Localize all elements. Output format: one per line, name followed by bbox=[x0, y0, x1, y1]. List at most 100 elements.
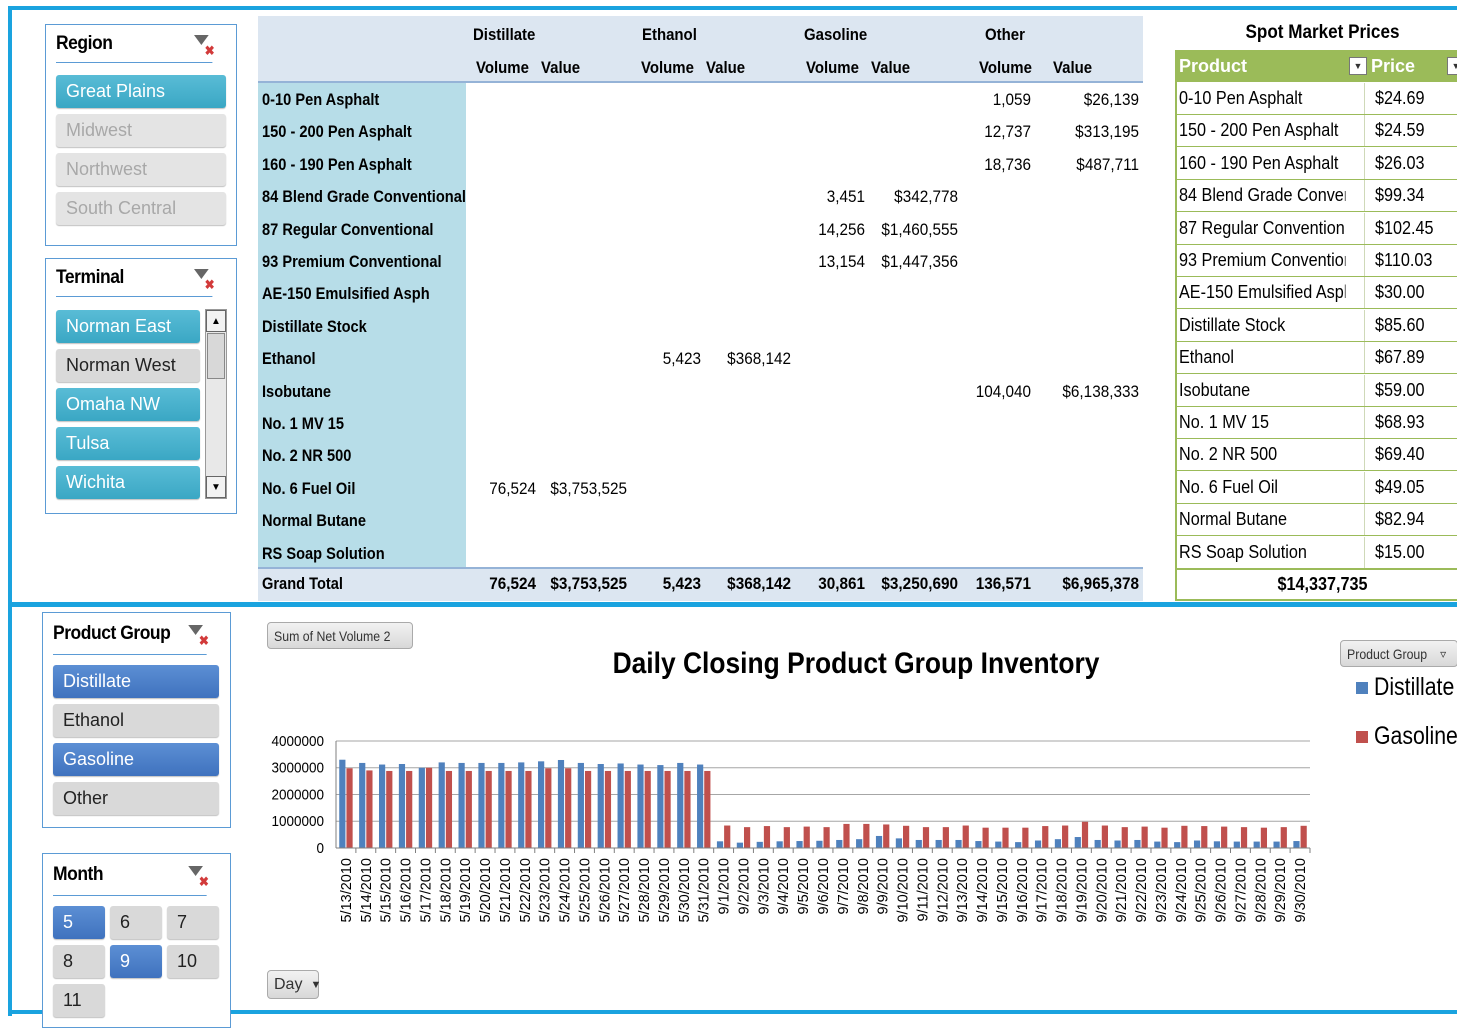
spot-row: No. 1 MV 15 $68.93 bbox=[1175, 407, 1457, 439]
bar-distillate bbox=[597, 764, 604, 848]
month-item-5[interactable]: 10 bbox=[167, 945, 219, 978]
product-filter-dropdown-icon[interactable]: ▼ bbox=[1349, 57, 1367, 75]
bar-distillate bbox=[1174, 842, 1181, 848]
spot-column-divider bbox=[1364, 147, 1365, 179]
month-item-2[interactable]: 7 bbox=[167, 906, 219, 939]
y-tick-label: 0 bbox=[316, 840, 324, 857]
spot-price: $59.00 bbox=[1375, 379, 1425, 400]
region-item-3[interactable]: South Central bbox=[56, 192, 226, 225]
month-item-0[interactable]: 5 bbox=[53, 906, 105, 939]
product-group-item-0[interactable]: Distillate bbox=[53, 665, 219, 698]
y-tick-label: 4000000 bbox=[272, 733, 325, 750]
spot-col-product: Product bbox=[1179, 55, 1248, 76]
region-item-2[interactable]: Northwest bbox=[56, 153, 226, 186]
x-tick-label: 9/9/2010 bbox=[876, 858, 892, 914]
pivot-subheader-volume: Volume bbox=[806, 58, 859, 77]
y-tick-label: 2000000 bbox=[272, 787, 325, 804]
terminal-item-4[interactable]: Wichita bbox=[56, 466, 200, 499]
terminal-item-2[interactable]: Omaha NW bbox=[56, 388, 200, 421]
region-item-0[interactable]: Great Plains bbox=[56, 75, 226, 108]
bar-distillate bbox=[418, 767, 425, 848]
x-tick-label: 9/12/2010 bbox=[935, 858, 951, 923]
x-tick-label: 5/29/2010 bbox=[657, 858, 673, 923]
pivot-row-label: AE-150 Emulsified Asph bbox=[262, 284, 430, 304]
spot-col-price: Price bbox=[1371, 55, 1416, 76]
spot-market-table: Spot Market Prices Product ▼ Price ▼ 0-1… bbox=[1175, 16, 1457, 601]
spot-product: RS Soap Solution bbox=[1179, 541, 1307, 562]
bar-distillate bbox=[736, 842, 743, 848]
terminal-item-1[interactable]: Norman West bbox=[56, 349, 200, 382]
spot-column-divider bbox=[1364, 212, 1365, 244]
bar-distillate bbox=[378, 764, 386, 848]
chart-canvas: Daily Closing Product Group Inventory 0 10… bbox=[272, 645, 1457, 923]
pivot-total-label: Grand Total bbox=[262, 574, 343, 593]
spot-row: 150 - 200 Pen Asphalt $24.59 bbox=[1175, 115, 1457, 148]
pivot-row-label: Ethanol bbox=[262, 349, 316, 369]
bar-distillate bbox=[1253, 841, 1260, 848]
bar-gasoline bbox=[1042, 826, 1049, 848]
spot-row: Ethanol $67.89 bbox=[1175, 342, 1457, 375]
spot-column-divider bbox=[1364, 115, 1365, 147]
bar-distillate bbox=[359, 762, 366, 848]
spot-price: $82.94 bbox=[1375, 509, 1425, 530]
x-tick-label: 5/16/2010 bbox=[399, 858, 415, 923]
product-group-item-3[interactable]: Other bbox=[53, 782, 219, 815]
x-tick-label: 9/1/2010 bbox=[717, 858, 733, 914]
month-item-1[interactable]: 6 bbox=[110, 906, 162, 939]
price-filter-dropdown-icon[interactable]: ▼ bbox=[1447, 57, 1457, 75]
pivot-cell-volume: 14,256 bbox=[818, 219, 865, 239]
scroll-down-icon[interactable]: ▼ bbox=[206, 476, 226, 498]
pivot-row-label: No. 6 Fuel Oil bbox=[262, 478, 356, 498]
product-group-item-1[interactable]: Ethanol bbox=[53, 704, 219, 737]
x-tick-label: 9/2/2010 bbox=[736, 858, 752, 914]
x-tick-label: 9/30/2010 bbox=[1293, 858, 1309, 923]
scroll-up-icon[interactable]: ▲ bbox=[206, 310, 226, 332]
product-group-item-2[interactable]: Gasoline bbox=[53, 743, 219, 776]
bar-distillate bbox=[1015, 842, 1022, 848]
bar-gasoline bbox=[982, 827, 989, 848]
x-tick-label: 9/15/2010 bbox=[995, 858, 1011, 923]
bar-gasoline bbox=[903, 825, 910, 848]
pivot-group-header: Ethanol bbox=[642, 25, 697, 44]
spot-price: $69.40 bbox=[1375, 444, 1425, 465]
terminal-item-3[interactable]: Tulsa bbox=[56, 427, 200, 460]
spot-product: Distillate Stock bbox=[1179, 314, 1286, 335]
spot-column-divider bbox=[1364, 374, 1365, 406]
frame-middle bbox=[8, 602, 1457, 607]
spot-price: $68.93 bbox=[1375, 412, 1425, 432]
clear-filter-icon[interactable] bbox=[192, 267, 214, 291]
spot-row: No. 2 NR 500 $69.40 bbox=[1175, 439, 1457, 472]
bar-distillate bbox=[617, 763, 624, 848]
region-slicer: Region Great Plains Midwest Northwest South… bbox=[45, 24, 237, 246]
x-tick-label: 9/18/2010 bbox=[1055, 858, 1071, 923]
clear-filter-icon[interactable] bbox=[192, 33, 214, 57]
month-item-3[interactable]: 8 bbox=[53, 945, 105, 978]
month-item-6[interactable]: 11 bbox=[53, 984, 105, 1017]
bar-distillate bbox=[577, 762, 584, 848]
region-item-1[interactable]: Midwest bbox=[56, 114, 226, 147]
terminal-item-0[interactable]: Norman East bbox=[56, 310, 200, 343]
terminal-scrollbar[interactable]: ▲ ▼ bbox=[205, 309, 227, 499]
clear-filter-icon[interactable] bbox=[186, 864, 208, 888]
x-tick-label: 5/27/2010 bbox=[617, 858, 633, 923]
x-tick-label: 5/15/2010 bbox=[379, 858, 395, 923]
spot-price: $99.34 bbox=[1375, 185, 1425, 206]
x-tick-label: 9/27/2010 bbox=[1233, 858, 1249, 923]
bar-distillate bbox=[796, 841, 803, 848]
bar-gasoline bbox=[1161, 827, 1168, 848]
pivot-subheader-value: Value bbox=[871, 58, 911, 77]
pivot-total-cell: 30,861 bbox=[818, 574, 865, 593]
x-tick-label: 5/18/2010 bbox=[438, 858, 454, 923]
x-tick-label: 9/8/2010 bbox=[856, 858, 872, 914]
bar-distillate bbox=[776, 841, 783, 848]
pivot-subheader-volume: Volume bbox=[641, 58, 694, 77]
pivot-cell-value: $1,460,555 bbox=[881, 219, 958, 239]
spot-total-value: $14,337,735 bbox=[1277, 574, 1368, 594]
terminal-slicer-title: Terminal bbox=[56, 266, 124, 288]
clear-filter-icon[interactable] bbox=[186, 623, 208, 647]
scroll-thumb[interactable] bbox=[207, 333, 225, 379]
month-slicer: Month 567 8910 11 bbox=[42, 853, 231, 1028]
pivot-header-divider bbox=[258, 81, 1143, 83]
month-item-4[interactable]: 9 bbox=[110, 945, 162, 978]
spot-column-divider bbox=[1364, 504, 1365, 536]
